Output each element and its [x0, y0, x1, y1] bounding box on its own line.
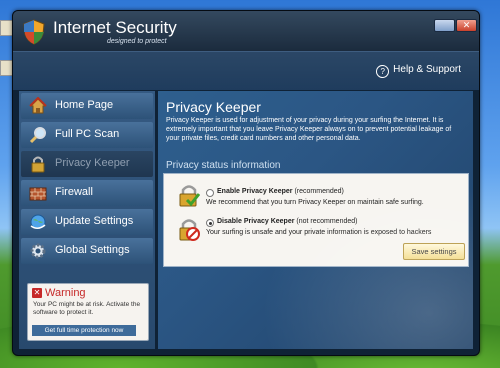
sidebar: Home Page Full PC Scan Privacy Keeper Fi…: [19, 91, 155, 349]
app-subtitle: designed to protect: [107, 38, 167, 45]
option-tag: (recommended): [294, 188, 344, 195]
sidebar-item-privacy-keeper[interactable]: Privacy Keeper: [21, 151, 153, 177]
shield-logo-icon: [23, 19, 45, 45]
warning-x-icon: ✕: [32, 288, 42, 298]
sidebar-item-label: Home Page: [55, 99, 114, 111]
section-title: Privacy status information: [166, 160, 281, 171]
disable-option-title: Disable Privacy Keeper (not recommended): [217, 218, 357, 225]
enable-option-text: We recommend that you turn Privacy Keepe…: [206, 199, 424, 206]
house-icon: [29, 97, 47, 114]
disable-option-text: Your surfing is unsafe and your private …: [206, 229, 432, 236]
warning-text: Your PC might be at risk. Activate the s…: [33, 301, 141, 316]
help-label: Help & Support: [393, 64, 461, 75]
sidebar-item-update-settings[interactable]: Update Settings: [21, 209, 153, 235]
sidebar-item-label: Firewall: [55, 186, 93, 198]
main-content: Privacy Keeper Privacy Keeper is used fo…: [158, 91, 473, 349]
warning-title: Warning: [45, 287, 86, 299]
page-description: Privacy Keeper is used for adjustment of…: [166, 117, 452, 142]
save-settings-button[interactable]: Save settings: [403, 243, 465, 260]
sidebar-item-global-settings[interactable]: Global Settings: [21, 238, 153, 264]
get-protection-link[interactable]: Get full time protection now: [32, 325, 136, 336]
title-bar[interactable]: Internet Security designed to protect ✕: [13, 11, 479, 51]
warning-box: ✕ Warning Your PC might be at risk. Acti…: [27, 283, 149, 341]
option-tag: (not recommended): [296, 218, 358, 225]
help-support-link[interactable]: ? Help & Support: [376, 64, 461, 78]
lock-prohibited-icon: [179, 219, 200, 241]
app-window: Internet Security designed to protect ✕ …: [12, 10, 480, 356]
lock-icon: [31, 156, 45, 173]
sidebar-item-home-page[interactable]: Home Page: [21, 93, 153, 119]
sidebar-item-label: Privacy Keeper: [55, 157, 130, 169]
magnifier-icon: [29, 127, 46, 144]
header-bar: ? Help & Support: [13, 51, 479, 90]
gear-icon: [30, 243, 46, 259]
app-title: Internet Security: [53, 18, 177, 37]
question-icon: ?: [376, 65, 390, 78]
sidebar-item-label: Full PC Scan: [55, 128, 120, 140]
option-title: Disable Privacy Keeper: [217, 218, 295, 225]
sidebar-item-full-pc-scan[interactable]: Full PC Scan: [21, 122, 153, 148]
brick-wall-icon: [29, 187, 47, 201]
close-button[interactable]: ✕: [456, 19, 477, 32]
page-title: Privacy Keeper: [166, 99, 261, 115]
sidebar-item-firewall[interactable]: Firewall: [21, 180, 153, 206]
privacy-options-panel: Enable Privacy Keeper (recommended) We r…: [163, 173, 469, 267]
globe-update-icon: [30, 214, 46, 230]
sidebar-item-label: Global Settings: [55, 244, 130, 256]
enable-privacy-radio[interactable]: [206, 189, 214, 197]
option-title: Enable Privacy Keeper: [217, 188, 293, 195]
sidebar-item-label: Update Settings: [55, 215, 134, 227]
disable-privacy-radio[interactable]: [206, 219, 214, 227]
lock-check-icon: [179, 185, 200, 207]
enable-option-title: Enable Privacy Keeper (recommended): [217, 188, 344, 195]
minimize-button[interactable]: [434, 19, 455, 32]
